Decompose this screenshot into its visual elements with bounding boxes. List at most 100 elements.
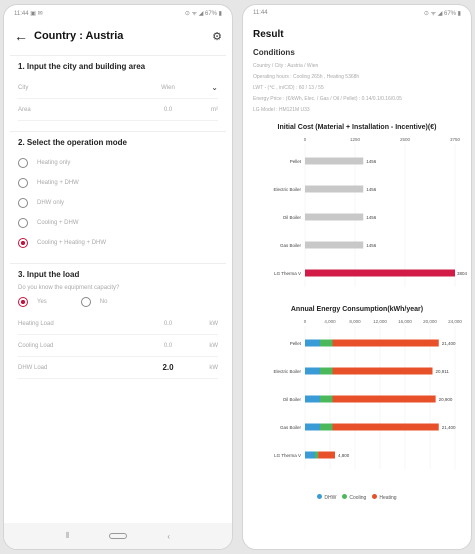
bar-segment [332, 367, 433, 375]
tick-label: 20,000 [423, 319, 437, 324]
tick-label: 2500 [400, 137, 411, 142]
area-row: Area 0.0 m² [18, 99, 218, 121]
radio-icon[interactable] [18, 218, 28, 228]
home-icon[interactable] [109, 533, 128, 539]
city-label: City [18, 84, 29, 91]
section-title: 3. Input the load [18, 270, 80, 279]
data-label: 21,400 [442, 425, 456, 430]
tick-label: 1250 [350, 137, 361, 142]
cooling-load-row: Cooling Load 0.0 kW [18, 335, 218, 357]
status-time: 11:44 ▣ ✉ [14, 10, 43, 17]
bar-segment [320, 423, 333, 431]
dhw-load-label: DHW Load [18, 364, 48, 371]
page-title: Result [253, 29, 284, 40]
yes-option[interactable]: Yes [18, 297, 47, 307]
tick-label: 3750 [450, 137, 461, 142]
mode-label: Heating only [37, 160, 71, 166]
condition-label: LG Model : [253, 107, 278, 113]
category-label: Electric Boiler [273, 187, 301, 192]
bar-segment [305, 339, 320, 347]
radio-selected-icon[interactable] [18, 238, 28, 248]
mode-option[interactable]: Heating only [18, 153, 218, 173]
category-label: Oil Boiler [283, 215, 302, 220]
category-label: Pellet [290, 159, 302, 164]
legend-label: Cooling [349, 495, 367, 501]
chevron-down-icon[interactable]: ⌄ [188, 83, 218, 92]
legend-dot-icon [372, 494, 378, 499]
legend-item: Heating [372, 494, 397, 501]
radio-icon[interactable] [18, 158, 28, 168]
mode-option[interactable]: DHW only [18, 193, 218, 213]
dhw-load-unit: kW [209, 364, 218, 371]
heating-load-row: Heating Load 0.0 kW [18, 313, 218, 335]
legend-item: Cooling [342, 494, 366, 501]
city-value[interactable]: Wien [148, 85, 188, 91]
category-label: Pellet [290, 341, 302, 346]
tick-label: 0 [304, 137, 307, 142]
condition-row: Operating hours : Cooling 265h , Heating… [243, 72, 471, 83]
chart-title: Initial Cost (Material + Installation - … [277, 124, 437, 131]
tick-label: 16,000 [398, 319, 412, 324]
bar-segment [332, 423, 439, 431]
data-label: 1456 [366, 243, 377, 248]
cooling-load-label: Cooling Load [18, 342, 54, 349]
input-screen: 11:44 ▣ ✉ ⊙ ᯤ ◢ 67% ▮ ← Country : Austri… [3, 4, 233, 550]
section-operation-mode: 2. Select the operation mode Heating onl… [10, 131, 226, 259]
energy-consumption-chart: 0 4,000 8,000 12,000 16,000 20,000 24,000 Pelle… [273, 319, 462, 469]
status-bar: 11:44 ▣ ✉ ⊙ ᯤ ◢ 67% ▮ [4, 5, 232, 21]
dhw-load-input[interactable]: 2.0 [148, 363, 188, 372]
city-row[interactable]: City Wien ⌄ [18, 77, 218, 99]
heating-load-input[interactable]: 0.0 [148, 321, 188, 327]
section-city-area: 1. Input the city and building area City… [10, 55, 226, 127]
mode-label: Cooling + Heating + DHW [37, 240, 107, 246]
condition-value: Austria / Wien [287, 63, 319, 69]
back-nav-icon[interactable]: ‹ [167, 532, 170, 541]
data-label: 4,800 [338, 453, 350, 458]
bar-segment [305, 423, 320, 431]
cooling-load-input[interactable]: 0.0 [148, 343, 188, 349]
bar-segment [305, 367, 320, 375]
no-option[interactable]: No [80, 297, 107, 307]
bar-segment [318, 451, 335, 459]
mode-option[interactable]: Cooling + DHW [18, 213, 218, 233]
condition-value: Cooling 265h , Heating 5368h [293, 74, 360, 80]
chart-legend: DHW Cooling Heating [243, 490, 471, 505]
radio-icon[interactable] [18, 178, 28, 188]
chart-title: Annual Energy Consumption(kWh/year) [290, 306, 424, 313]
data-label: 1456 [366, 159, 377, 164]
category-label: Oil Boiler [283, 397, 302, 402]
conditions-title: Conditions [253, 48, 295, 57]
condition-value: HM121M U33 [278, 107, 310, 113]
category-label: LG Therma V [274, 453, 301, 458]
mode-option[interactable]: Heating + DHW [18, 173, 218, 193]
heating-load-unit: kW [209, 320, 218, 327]
legend-item: DHW [317, 494, 336, 501]
nav-bar: ⦀ ‹ [4, 523, 232, 549]
condition-label: Energy Price : [253, 96, 285, 102]
radio-icon[interactable] [80, 297, 91, 307]
status-icons: ⊙ ᯤ ◢ 67% ▮ [423, 11, 461, 17]
tick-label: 0 [304, 319, 307, 324]
area-label: Area [18, 106, 31, 113]
area-input[interactable]: 0.0 [148, 107, 188, 113]
tick-label: 4,000 [324, 319, 336, 324]
mode-option[interactable]: Cooling + Heating + DHW [18, 233, 218, 253]
yes-label: Yes [37, 299, 47, 305]
legend-label: DHW [324, 495, 337, 501]
tick-label: 8,000 [349, 319, 361, 324]
heating-load-label: Heating Load [18, 320, 54, 327]
back-arrow-icon[interactable]: ← [14, 28, 28, 44]
radio-icon[interactable] [18, 198, 28, 208]
condition-row: LG Model : HM121M U33 [243, 105, 471, 116]
condition-label: Country / City : [253, 63, 287, 69]
bar [305, 213, 364, 221]
bar [305, 157, 364, 165]
bar-segment [320, 367, 333, 375]
recents-icon[interactable]: ⦀ [66, 531, 70, 541]
result-screen: 11:44 ⊙ ᯤ ◢ 67% ▮ Result Conditions Coun… [242, 4, 472, 550]
capacity-choice: Yes No [18, 297, 218, 307]
data-label: 3804 [457, 271, 468, 276]
area-unit: m² [211, 106, 218, 113]
gear-icon[interactable]: ⚙ [212, 30, 222, 43]
radio-selected-icon[interactable] [18, 297, 28, 307]
